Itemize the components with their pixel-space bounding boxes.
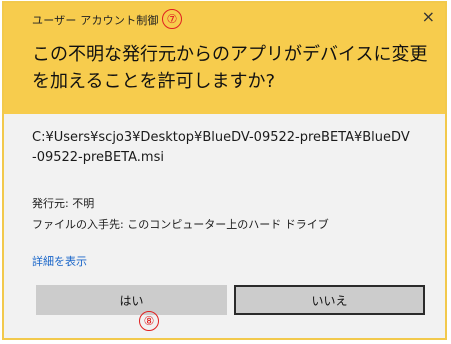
uac-dialog: ユーザー アカウント制御 × この不明な発行元からのアプリがデバイスに変更を加え… xyxy=(2,1,447,340)
yes-button-label: はい xyxy=(119,293,144,308)
file-path: C:¥Users¥scjo3¥Desktop¥BlueDV-09522-preB… xyxy=(32,130,410,165)
dialog-body: C:¥Users¥scjo3¥Desktop¥BlueDV-09522-preB… xyxy=(4,114,445,338)
dialog-title: ユーザー アカウント制御 xyxy=(32,14,159,27)
annotation-marker-8: ⑧ xyxy=(139,311,159,331)
file-origin-info: ファイルの入手先: このコンピューター上のハード ドライブ xyxy=(32,218,329,231)
close-icon[interactable]: × xyxy=(422,9,435,25)
yes-button[interactable]: はい xyxy=(36,285,227,315)
permission-question: この不明な発行元からのアプリがデバイスに変更を加えることを許可しますか? xyxy=(32,44,428,92)
dialog-header: ユーザー アカウント制御 × この不明な発行元からのアプリがデバイスに変更を加え… xyxy=(4,3,445,114)
no-button[interactable]: いいえ xyxy=(234,285,425,315)
publisher-info: 発行元: 不明 xyxy=(32,197,95,210)
show-details-link[interactable]: 詳細を表示 xyxy=(32,253,87,269)
annotation-marker-7: ⑦ xyxy=(162,9,182,29)
no-button-label: いいえ xyxy=(311,293,348,308)
